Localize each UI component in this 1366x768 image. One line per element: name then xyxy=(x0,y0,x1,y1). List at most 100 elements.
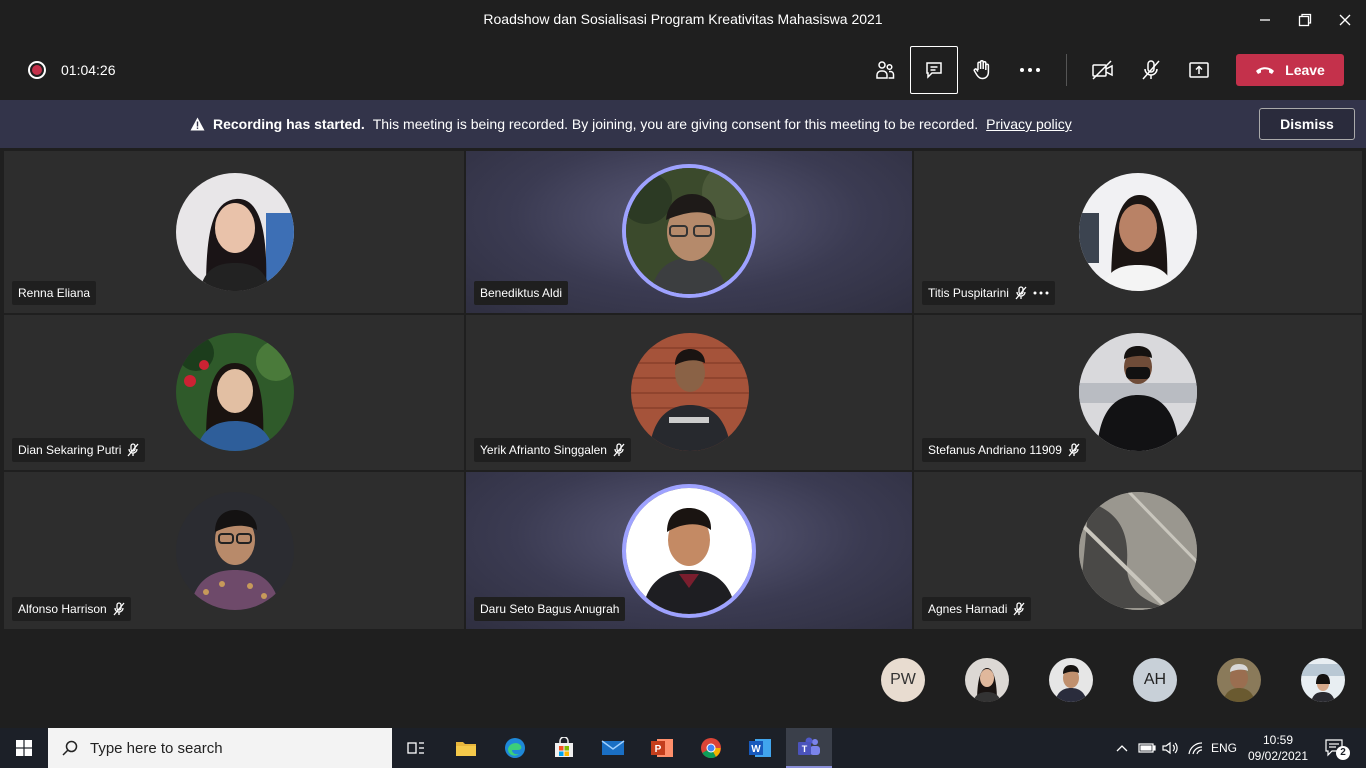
avatar xyxy=(1079,173,1197,291)
chat-button[interactable] xyxy=(910,46,958,94)
clock-date: 09/02/2021 xyxy=(1247,749,1309,763)
participant-tile[interactable]: Titis Puspitarini xyxy=(914,151,1362,313)
teams-meeting-window: Roadshow dan Sosialisasi Program Kreativ… xyxy=(0,0,1366,768)
leave-button[interactable]: Leave xyxy=(1236,54,1344,86)
taskbar-search-box[interactable]: Type here to search xyxy=(48,728,392,768)
powerpoint-button[interactable]: P xyxy=(639,728,685,768)
avatar xyxy=(631,333,749,451)
edge-button[interactable] xyxy=(492,728,538,768)
minimize-icon xyxy=(1260,19,1270,21)
participant-name-tag: Stefanus Andriano 11909 xyxy=(922,438,1086,462)
avatar[interactable] xyxy=(1301,658,1345,702)
privacy-policy-link[interactable]: Privacy policy xyxy=(986,116,1072,132)
participant-name-tag: Agnes Harnadi xyxy=(922,597,1032,621)
participant-tile[interactable]: Stefanus Andriano 11909 xyxy=(914,315,1362,470)
camera-toggle-button[interactable] xyxy=(1079,46,1127,94)
avatar[interactable] xyxy=(965,658,1009,702)
file-explorer-button[interactable] xyxy=(443,728,489,768)
warning-icon xyxy=(190,117,205,131)
recording-message: Recording has started. This meeting is b… xyxy=(190,116,1072,132)
maximize-button[interactable] xyxy=(1290,6,1320,34)
participant-tile[interactable]: Agnes Harnadi xyxy=(914,472,1362,629)
chrome-button[interactable] xyxy=(688,728,734,768)
participant-name: Benediktus Aldi xyxy=(480,286,563,300)
participant-name-tag: Benediktus Aldi xyxy=(474,281,569,305)
powerpoint-icon: P xyxy=(651,739,673,757)
more-icon[interactable] xyxy=(1033,291,1049,295)
restore-icon xyxy=(1298,13,1312,27)
teams-button[interactable]: T xyxy=(786,728,832,768)
participant-tile[interactable]: Benediktus Aldi xyxy=(466,151,912,313)
participant-tile[interactable]: Yerik Afrianto Singgalen xyxy=(466,315,912,470)
mic-off-icon xyxy=(1015,286,1027,300)
participant-name: Agnes Harnadi xyxy=(928,602,1008,616)
mic-off-icon xyxy=(113,602,125,616)
chrome-icon xyxy=(701,738,721,759)
avatar xyxy=(1079,492,1197,610)
avatar xyxy=(176,173,294,291)
volume-button[interactable] xyxy=(1160,728,1182,768)
participant-name: Dian Sekaring Putri xyxy=(18,443,122,457)
start-button[interactable] xyxy=(0,728,48,768)
edge-icon xyxy=(505,738,525,758)
participant-tile[interactable]: Alfonso Harrison xyxy=(4,472,464,629)
leave-label: Leave xyxy=(1285,62,1325,78)
participant-name: Titis Puspitarini xyxy=(928,286,1009,300)
participant-tile[interactable]: Renna Eliana xyxy=(4,151,464,313)
window-title: Roadshow dan Sosialisasi Program Kreativ… xyxy=(483,11,883,27)
video-grid: Renna Eliana Benediktus Aldi Titis Puspi… xyxy=(4,151,1362,629)
avatar[interactable] xyxy=(1049,658,1093,702)
close-button[interactable] xyxy=(1330,6,1360,34)
teams-icon: T xyxy=(798,737,820,755)
participant-name-tag: Alfonso Harrison xyxy=(12,597,131,621)
avatar[interactable]: AH xyxy=(1133,658,1177,702)
mail-icon xyxy=(601,740,625,755)
search-icon xyxy=(62,740,78,756)
wifi-icon xyxy=(1188,742,1203,755)
share-screen-button[interactable] xyxy=(1175,46,1223,94)
avatar[interactable] xyxy=(1217,658,1261,702)
participant-name: Alfonso Harrison xyxy=(18,602,107,616)
dismiss-button[interactable]: Dismiss xyxy=(1259,108,1355,140)
participant-name-tag: Renna Eliana xyxy=(12,281,97,305)
battery-button[interactable] xyxy=(1136,728,1158,768)
folder-icon xyxy=(456,742,476,756)
mic-toggle-button[interactable] xyxy=(1127,46,1175,94)
svg-text:P: P xyxy=(655,744,662,755)
raise-hand-button[interactable] xyxy=(958,46,1006,94)
word-button[interactable]: W xyxy=(737,728,783,768)
minimize-button[interactable] xyxy=(1250,6,1280,34)
hang-up-icon xyxy=(1256,67,1275,74)
more-icon xyxy=(1020,68,1040,72)
mic-off-icon xyxy=(127,443,139,457)
task-view-button[interactable] xyxy=(393,728,439,768)
participant-tile[interactable]: Daru Seto Bagus Anugrah xyxy=(466,472,912,629)
windows-logo-icon xyxy=(16,740,32,756)
taskbar-clock[interactable]: 10:59 09/02/2021 xyxy=(1244,732,1312,764)
notifications-button[interactable]: 2 xyxy=(1320,728,1350,768)
svg-text:W: W xyxy=(751,744,761,755)
avatar xyxy=(622,484,756,618)
participant-name: Stefanus Andriano 11909 xyxy=(928,443,1062,457)
participants-button[interactable] xyxy=(861,46,909,94)
avatar[interactable]: PW xyxy=(881,658,925,702)
hand-icon xyxy=(973,60,990,80)
participant-name-tag: Daru Seto Bagus Anugrah xyxy=(474,597,626,621)
store-button[interactable] xyxy=(541,728,587,768)
people-icon xyxy=(876,61,895,79)
mail-button[interactable] xyxy=(590,728,636,768)
show-hidden-icons-button[interactable] xyxy=(1112,728,1132,768)
more-actions-button[interactable] xyxy=(1006,46,1054,94)
search-placeholder: Type here to search xyxy=(90,739,223,757)
participant-name: Renna Eliana xyxy=(18,286,91,300)
mic-off-icon xyxy=(1068,443,1080,457)
language-indicator[interactable]: ENG xyxy=(1208,728,1240,768)
network-button[interactable] xyxy=(1184,728,1208,768)
participant-tile[interactable]: Dian Sekaring Putri xyxy=(4,315,464,470)
toolbar-separator xyxy=(1066,54,1067,86)
windows-taskbar: Type here to search P W T ENG 10:59 09/0… xyxy=(0,728,1366,768)
camera-off-icon xyxy=(1092,60,1113,80)
participant-name: Daru Seto Bagus Anugrah xyxy=(480,602,620,616)
notification-count: 2 xyxy=(1336,746,1350,760)
chevron-up-icon xyxy=(1116,745,1128,752)
